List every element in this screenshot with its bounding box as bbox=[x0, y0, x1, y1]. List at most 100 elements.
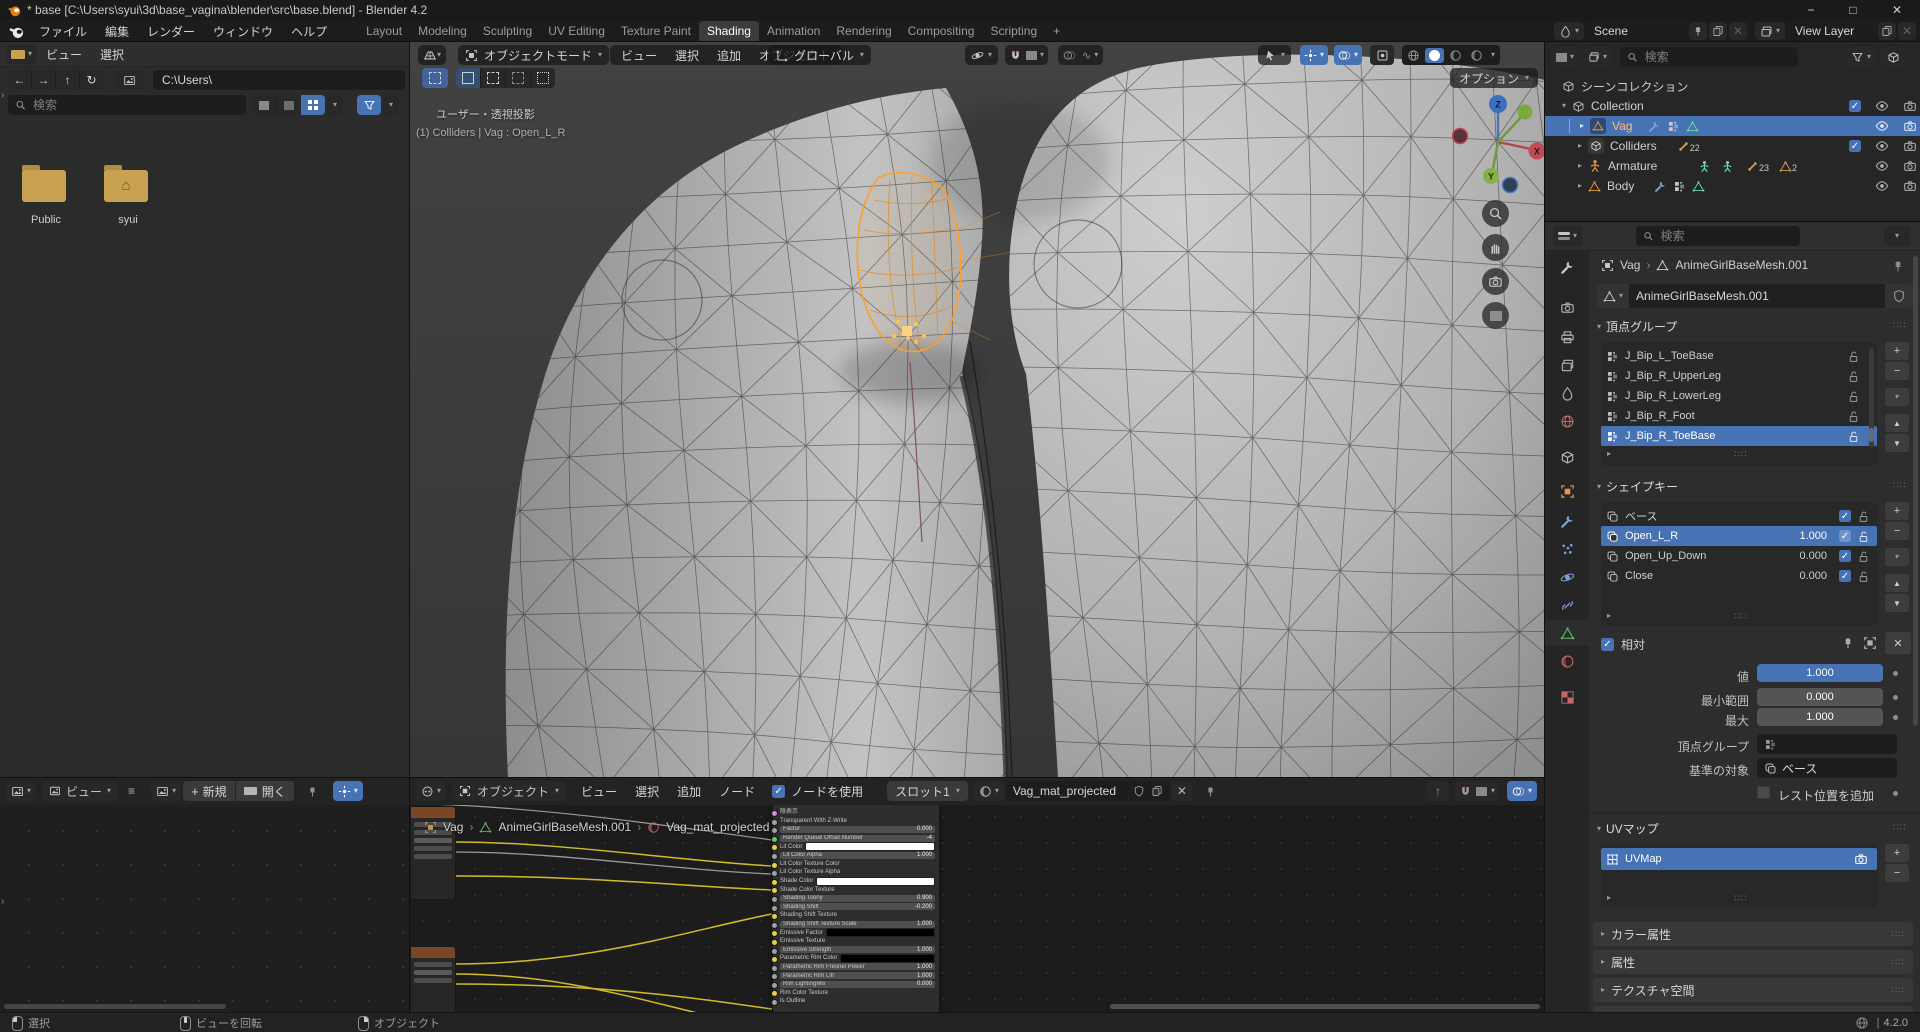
panel-grip-icon[interactable]: ∷∷ bbox=[1893, 822, 1906, 833]
node-input-row[interactable]: Transparent With Z-Write bbox=[773, 817, 939, 826]
tab-object[interactable] bbox=[1545, 478, 1589, 504]
close-button[interactable]: ✕ bbox=[1874, 3, 1920, 17]
shape-key-row[interactable]: ベース bbox=[1601, 506, 1877, 526]
shape-key-row[interactable]: Close0.000 bbox=[1601, 566, 1877, 586]
vertex-group-row[interactable]: J_Bip_R_Foot bbox=[1601, 406, 1877, 426]
collapsed-menus-icon[interactable]: ≡ bbox=[128, 784, 135, 798]
display-horizontal-list-button[interactable] bbox=[276, 95, 301, 115]
shape-key-move-up-button[interactable]: ▲ bbox=[1885, 574, 1909, 592]
attributes-panel-header[interactable]: ▸属性∷∷ bbox=[1593, 950, 1913, 974]
folder-item-syui[interactable]: ⌂ syui bbox=[104, 170, 152, 226]
image-new-button[interactable]: +新規 bbox=[183, 781, 235, 801]
tab-modeling[interactable]: Modeling bbox=[410, 21, 475, 41]
tab-particles[interactable] bbox=[1545, 536, 1589, 562]
pivot-point-dropdown[interactable]: ▾ bbox=[965, 45, 998, 65]
perspective-toggle-button[interactable] bbox=[1482, 302, 1509, 329]
tab-layout[interactable]: Layout bbox=[358, 21, 410, 41]
tab-data[interactable] bbox=[1545, 620, 1589, 646]
disable-render-camera-icon[interactable] bbox=[1903, 179, 1917, 193]
lock-icon[interactable] bbox=[1857, 550, 1870, 563]
outliner-row-armature[interactable]: ▸ Armature 23 2 bbox=[1545, 156, 1920, 176]
node-input-row[interactable]: Lit Color Texture Color bbox=[773, 860, 939, 869]
node-input-row[interactable]: Shading Shift Texture bbox=[773, 911, 939, 920]
viewport-options-dropdown[interactable]: オプション▾ bbox=[1450, 68, 1538, 88]
mesh-name-field[interactable]: AnimeGirlBaseMesh.001 bbox=[1629, 284, 1885, 308]
node-input-row[interactable]: Factor0.000 bbox=[773, 825, 939, 834]
image-open-button[interactable]: 開く bbox=[235, 781, 294, 801]
camera-view-button[interactable] bbox=[1482, 268, 1509, 295]
scene-unlink-button[interactable]: ✕ bbox=[1729, 22, 1747, 40]
show-overlays-toggle[interactable]: ▾ bbox=[1334, 45, 1362, 65]
node-input-row[interactable]: Emissive Factor bbox=[773, 928, 939, 937]
tab-material[interactable] bbox=[1545, 648, 1589, 674]
vertex-group-remove-button[interactable]: − bbox=[1885, 362, 1909, 380]
menu-render[interactable]: レンダー bbox=[138, 20, 204, 42]
node-input-row[interactable]: Parametric Rim Color bbox=[773, 954, 939, 963]
file-browser-expand-icon[interactable]: › bbox=[1, 90, 4, 101]
animate-dot[interactable] bbox=[1893, 671, 1898, 676]
axis-gizmo[interactable]: Z X Y bbox=[1452, 90, 1544, 194]
shape-key-pin-icon[interactable] bbox=[1841, 636, 1855, 650]
viewport-add-menu[interactable]: 追加 bbox=[708, 45, 750, 65]
view-layer-remove-button[interactable]: ✕ bbox=[1898, 22, 1916, 40]
image-pin-icon[interactable] bbox=[306, 785, 319, 798]
show-gizmo-toggle[interactable]: ▾ bbox=[1300, 45, 1328, 65]
mtoon-shader-node[interactable]: 陰表示Transparent With Z-WriteFactor0.000Re… bbox=[772, 792, 940, 1012]
outliner-row-colliders[interactable]: ▸ Colliders 22 bbox=[1545, 136, 1920, 156]
tab-tool[interactable] bbox=[1545, 254, 1589, 280]
material-slot-dropdown[interactable]: スロット1▾ bbox=[887, 781, 968, 801]
panel-grip-icon[interactable]: ∷∷ bbox=[1893, 480, 1906, 491]
relative-checkbox[interactable] bbox=[1601, 638, 1614, 651]
image-mode-dropdown[interactable]: ビュー▾ bbox=[42, 781, 118, 801]
list-resize-grip[interactable]: ∷∷ bbox=[1734, 893, 1747, 904]
tab-modifiers[interactable] bbox=[1545, 508, 1589, 534]
image-editor-expand-icon[interactable]: › bbox=[1, 896, 4, 907]
animate-dot[interactable] bbox=[1893, 695, 1898, 700]
outliner-row-scene-collection[interactable]: シーンコレクション bbox=[1545, 76, 1920, 96]
xray-toggle[interactable] bbox=[1370, 45, 1394, 65]
tab-world[interactable] bbox=[1545, 408, 1589, 434]
shape-key-remove-button[interactable]: − bbox=[1885, 522, 1909, 540]
node-input-row[interactable]: 陰表示 bbox=[773, 808, 939, 817]
hide-eye-icon[interactable] bbox=[1875, 99, 1889, 113]
node-input-row[interactable]: Lit Color Texture Alpha bbox=[773, 868, 939, 877]
tab-scene[interactable] bbox=[1545, 380, 1589, 406]
tab-physics[interactable] bbox=[1545, 564, 1589, 590]
snap-toggle[interactable] bbox=[1009, 49, 1022, 62]
tab-output[interactable] bbox=[1545, 324, 1589, 350]
viewport-3d[interactable]: ▾ オブジェクトモード ▾ ビュー 選択 追加 オブジェクト グローバル ▾ ▾… bbox=[410, 42, 1545, 778]
properties-pin-icon[interactable] bbox=[1891, 259, 1905, 273]
proportional-editing-toggle[interactable] bbox=[1063, 49, 1076, 62]
texture-space-panel-header[interactable]: ▸テクスチャ空間∷∷ bbox=[1593, 978, 1913, 1002]
lock-icon[interactable] bbox=[1857, 570, 1870, 583]
uv-map-add-button[interactable]: + bbox=[1885, 844, 1909, 862]
node-input-row[interactable]: Rim LightingMix0.000 bbox=[773, 980, 939, 989]
pan-hand-button[interactable] bbox=[1482, 234, 1509, 261]
vertex-group-row[interactable]: J_Bip_R_LowerLeg bbox=[1601, 386, 1877, 406]
menu-edit[interactable]: 編集 bbox=[96, 20, 138, 42]
menu-help[interactable]: ヘルプ bbox=[282, 20, 336, 42]
animate-dot[interactable] bbox=[1893, 715, 1898, 720]
hide-eye-icon[interactable] bbox=[1875, 179, 1889, 193]
uv-maps-panel-header[interactable]: ▾UVマップ bbox=[1597, 820, 1659, 837]
hide-eye-icon[interactable] bbox=[1875, 159, 1889, 173]
refresh-button[interactable]: ↻ bbox=[79, 70, 103, 90]
range-max-field[interactable]: 1.000 bbox=[1757, 708, 1883, 726]
viewport-3d-scene[interactable] bbox=[410, 42, 1545, 778]
shading-material-button[interactable] bbox=[1446, 49, 1465, 62]
material-pin-icon[interactable] bbox=[1204, 785, 1217, 798]
blender-menu-icon[interactable] bbox=[9, 24, 24, 39]
filter-dropdown[interactable]: ▾ bbox=[383, 95, 399, 115]
outliner-search-input[interactable] bbox=[1620, 47, 1798, 67]
tab-constraints[interactable] bbox=[1545, 592, 1589, 618]
tab-shading[interactable]: Shading bbox=[699, 21, 759, 41]
node-snap-magnet-icon[interactable] bbox=[1459, 785, 1472, 798]
node-input-row[interactable]: Shading Shift-0.200 bbox=[773, 903, 939, 912]
shape-key-value-slider[interactable]: 1.000 bbox=[1757, 664, 1883, 682]
node-input-row[interactable]: Is Outline bbox=[773, 997, 939, 1006]
render-camera-icon[interactable] bbox=[1854, 852, 1868, 866]
tab-view-layer[interactable] bbox=[1545, 352, 1589, 378]
properties-options-dropdown[interactable]: ▾ bbox=[1884, 226, 1910, 246]
image-texture-node-2[interactable] bbox=[410, 946, 456, 1012]
select-mode-new[interactable] bbox=[456, 68, 480, 88]
